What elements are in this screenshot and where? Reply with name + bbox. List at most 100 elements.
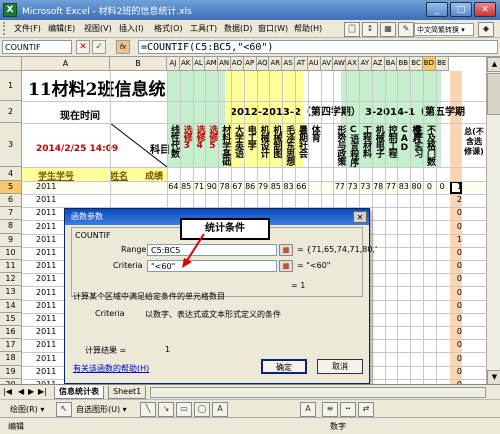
row-header[interactable]: 10	[0, 246, 22, 260]
row-header[interactable]: 8	[0, 220, 22, 234]
column-header[interactable]: AQ	[256, 57, 270, 71]
row-header[interactable]: 17	[0, 339, 22, 353]
column-header[interactable]: AO	[231, 57, 244, 71]
column-header[interactable]: AZ	[371, 57, 385, 71]
dash-style-icon[interactable]: ┅	[340, 402, 356, 417]
select-all-corner[interactable]	[0, 57, 22, 71]
sheet-title[interactable]: 11材料2班信息统	[28, 75, 166, 100]
column-header[interactable]: AM	[205, 57, 219, 71]
font-color-icon[interactable]: A	[300, 402, 316, 417]
arrow-style-icon[interactable]: ⇄	[358, 402, 374, 417]
menu-data[interactable]: 数据(D)	[224, 23, 252, 34]
tab-nav-last-icon[interactable]: ▶|	[38, 387, 47, 396]
menu-format[interactable]: 格式(O)	[154, 23, 183, 34]
row-header[interactable]: 19	[0, 365, 22, 379]
score-cell[interactable]: 85	[180, 182, 193, 191]
tab-sheet1[interactable]: Sheet1	[108, 386, 147, 399]
minimize-button[interactable]: _	[426, 2, 448, 17]
student-id-cell[interactable]: 2011	[36, 354, 56, 363]
tab-info-stats[interactable]: 信息统计表	[54, 386, 104, 399]
subject-header[interactable]: 选修3	[181, 125, 192, 167]
column-header[interactable]: BD	[423, 57, 436, 71]
subject-header[interactable]: 电工学	[245, 125, 256, 167]
cancel-button[interactable]: 取消	[317, 359, 363, 374]
subject-header[interactable]: 机械电子	[373, 125, 384, 167]
student-id-cell[interactable]: 2011	[36, 288, 56, 297]
column-header[interactable]: AV	[320, 57, 334, 71]
column-header[interactable]: BC	[410, 57, 423, 71]
tab-nav-first-icon[interactable]: |◀	[3, 387, 12, 396]
ime-convert-dropdown[interactable]: 中文简繁转换 ▾	[414, 23, 474, 36]
student-id-cell[interactable]: 2011	[36, 222, 56, 231]
dialog-close-button[interactable]: ✕	[353, 211, 367, 223]
fail-count-cell[interactable]: 2	[452, 195, 462, 204]
range-input[interactable]: C5:BC5	[147, 244, 277, 256]
row-header-active[interactable]: 5	[0, 181, 22, 194]
subject-header[interactable]: 选修5	[206, 125, 217, 167]
student-id-cell[interactable]: 2011	[36, 367, 56, 376]
subject-header[interactable]: 大学英语	[232, 125, 243, 167]
row-header[interactable]: 4	[0, 167, 22, 181]
row-header[interactable]: 15	[0, 312, 22, 326]
fail-count-cell[interactable]: 0	[452, 301, 462, 310]
student-id-cell[interactable]: 2011	[36, 261, 56, 270]
score-cell[interactable]: 71	[193, 182, 206, 191]
maximize-button[interactable]: □	[450, 2, 472, 17]
menu-window[interactable]: 窗口(W)	[258, 23, 288, 34]
draw-menu-button[interactable]: 绘图(R) ▾	[10, 404, 44, 415]
score-cell[interactable]: 0	[436, 182, 449, 191]
row-header[interactable]: 7	[0, 207, 22, 221]
column-header[interactable]: AW	[333, 57, 347, 71]
menu-insert[interactable]: 插入(I)	[119, 23, 144, 34]
name-box[interactable]: COUNTIF	[2, 40, 72, 54]
score-cell[interactable]: 83	[397, 182, 410, 191]
menu-view[interactable]: 视图(V)	[84, 23, 112, 34]
insert-function-icon[interactable]: fx	[116, 40, 130, 54]
fail-count-cell[interactable]: 1	[452, 235, 462, 244]
score-cell[interactable]: 90	[205, 182, 218, 191]
fail-count-cell[interactable]: 0	[452, 222, 462, 231]
column-header[interactable]: AP	[243, 57, 257, 71]
menu-help[interactable]: 帮助(H)	[294, 23, 322, 34]
excel-app-icon[interactable]: X	[3, 3, 17, 17]
scroll-thumb[interactable]	[487, 73, 500, 115]
row-header[interactable]: 18	[0, 352, 22, 366]
score-cell[interactable]: 85	[269, 182, 282, 191]
column-header[interactable]: BB	[397, 57, 411, 71]
cancel-icon[interactable]: ✕	[76, 40, 90, 54]
enter-icon[interactable]: ✓	[92, 40, 106, 54]
fail-count-cell[interactable]: 0	[452, 327, 462, 336]
formula-input[interactable]: =COUNTIF(C5:BC5,"<60")	[138, 40, 498, 54]
student-id-cell[interactable]: 2011	[36, 182, 56, 191]
fail-count-cell[interactable]: 0	[452, 261, 462, 270]
menu-file[interactable]: 文件(F)	[14, 23, 41, 34]
subject-header[interactable]: 体育	[309, 125, 320, 167]
tab-nav-next-icon[interactable]: ▶	[28, 387, 34, 396]
subject-header[interactable]: 暑期社会	[296, 125, 307, 167]
score-cell[interactable]: 67	[231, 182, 244, 191]
subject-header[interactable]: 工程材料	[360, 125, 371, 167]
score-cell[interactable]: 80	[410, 182, 423, 191]
fill-color-icon[interactable]: ◆	[478, 22, 494, 37]
score-cell[interactable]: 86	[244, 182, 257, 191]
score-cell[interactable]: 78	[372, 182, 385, 191]
row-header[interactable]: 9	[0, 233, 22, 247]
score-cell[interactable]: 77	[333, 182, 346, 191]
criteria-collapse-icon[interactable]: ▩	[279, 260, 293, 272]
subject-header[interactable]: 材料学基础	[219, 125, 230, 167]
score-cell[interactable]: 64	[167, 182, 180, 191]
fail-count-cell[interactable]: 0	[452, 288, 462, 297]
column-header[interactable]: AN	[218, 57, 231, 71]
scroll-down-icon[interactable]: ▼	[487, 370, 500, 385]
horizontal-scrollbar[interactable]	[150, 387, 486, 398]
chart-icon[interactable]: ▦	[380, 22, 396, 37]
score-cell[interactable]: 66	[295, 182, 308, 191]
criteria-input[interactable]: "<60"	[147, 260, 277, 272]
column-header[interactable]: AX	[346, 57, 359, 71]
row-header[interactable]: 3	[0, 123, 22, 167]
column-header[interactable]: AY	[359, 57, 372, 71]
score-cell[interactable]: 0	[423, 182, 436, 191]
student-id-cell[interactable]: 2011	[36, 274, 56, 283]
student-id-cell[interactable]: 2011	[36, 327, 56, 336]
fail-count-cell[interactable]: 0	[452, 354, 462, 363]
